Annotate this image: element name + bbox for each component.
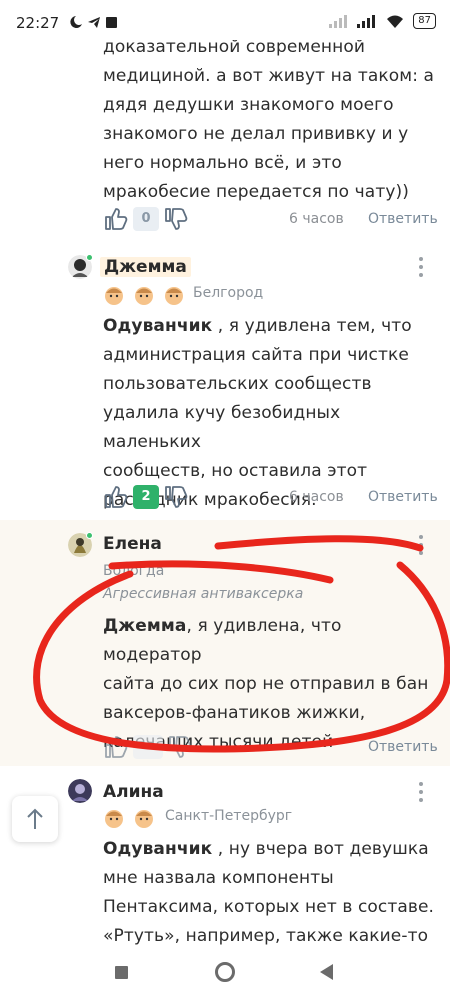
signal-2-icon xyxy=(357,15,376,28)
user-badges xyxy=(103,807,155,829)
arrow-up-icon xyxy=(27,808,43,829)
text-line: мне назвала компоненты xyxy=(103,868,334,888)
status-right: 87 xyxy=(329,12,436,30)
text-line: дядя дедушки знакомого моего xyxy=(103,95,394,115)
baby-badge-icon xyxy=(135,287,153,305)
text-line: Пентаксима, которых нет в составе. xyxy=(103,897,435,917)
baby-badge-icon xyxy=(105,287,123,305)
text-line: доказательной современной xyxy=(103,40,365,57)
thumb-down-icon[interactable] xyxy=(167,734,193,760)
signal-icon xyxy=(329,15,348,28)
text-line: мракобесие передается по чату)) xyxy=(103,182,409,202)
online-indicator xyxy=(86,532,93,539)
back-button[interactable] xyxy=(320,964,333,980)
avatar[interactable] xyxy=(68,779,92,803)
text-line: администрация сайта при чистке xyxy=(103,345,409,365)
home-button[interactable] xyxy=(215,962,235,982)
thumb-up-icon[interactable] xyxy=(103,734,129,760)
comment-actions: 2 xyxy=(103,483,189,511)
author-name[interactable]: Джемма xyxy=(100,257,191,277)
comment-time: 6 часов xyxy=(289,489,344,505)
likes-count xyxy=(133,735,163,759)
notification-icons xyxy=(68,14,128,34)
reply-link[interactable]: Ответить xyxy=(368,739,438,755)
author-city: Вологда xyxy=(103,563,165,579)
text-line: «Ртуть», например, также какие-то xyxy=(103,926,429,946)
thumb-up-icon[interactable] xyxy=(103,484,129,510)
thumb-down-icon[interactable] xyxy=(163,484,189,510)
android-nav-bar xyxy=(0,952,450,1000)
author-city: Белгород xyxy=(193,285,264,301)
mention[interactable]: Одуванчик xyxy=(103,316,212,336)
text-span: , я удивлена тем, что xyxy=(212,316,412,336)
online-indicator xyxy=(86,254,93,261)
text-line: Одуванчик , ну вчера вот девушка xyxy=(103,835,443,864)
reply-link[interactable]: Ответить xyxy=(368,489,438,505)
recent-apps-button[interactable] xyxy=(115,966,128,979)
reply-link[interactable]: Ответить xyxy=(368,211,438,227)
comments-feed: доказательной современной медициной. а в… xyxy=(0,40,450,960)
text-line: удалила кучу безобидных маленьких xyxy=(103,403,341,452)
text-line: знакомого не делал прививку и у xyxy=(103,124,409,144)
text-line: Джемма, я удивлена, что модератор xyxy=(103,612,443,670)
comment-actions xyxy=(103,733,193,761)
comment-actions: 0 xyxy=(103,205,189,233)
author-city: Санкт-Петербург xyxy=(165,808,293,824)
kebab-icon[interactable] xyxy=(416,535,426,555)
likes-count: 2 xyxy=(133,485,159,509)
comment-text: доказательной современной медициной. а в… xyxy=(103,40,443,207)
thumb-down-icon[interactable] xyxy=(163,206,189,232)
mention[interactable]: Джемма xyxy=(103,616,186,636)
status-bar: 22:27 87 xyxy=(0,0,450,40)
likes-count: 0 xyxy=(133,207,159,231)
mention[interactable]: Одуванчик xyxy=(103,839,212,859)
text-line: Одуванчик , я удивлена тем, что xyxy=(103,312,443,341)
status-time: 22:27 xyxy=(16,14,60,32)
scroll-to-top-button[interactable] xyxy=(12,796,58,842)
user-status: Агрессивная антиваксерка xyxy=(103,586,304,602)
text-line: пользовательских сообществ xyxy=(103,374,372,394)
text-line: сообществ, но оставила этот xyxy=(103,461,368,481)
battery-icon: 87 xyxy=(413,13,436,29)
comment-time: 6 часов xyxy=(289,211,344,227)
author-name-text: Джемма xyxy=(100,257,191,277)
text-line: сайта до сих пор не отправил в бан xyxy=(103,674,429,694)
thumb-up-icon[interactable] xyxy=(103,206,129,232)
comment-text: Одуванчик , ну вчера вот девушка мне наз… xyxy=(103,835,443,951)
baby-badge-icon xyxy=(135,810,153,828)
text-span: , ну вчера вот девушка xyxy=(212,839,429,859)
text-line: медициной. а вот живут на таком: а xyxy=(103,66,435,86)
kebab-icon[interactable] xyxy=(416,257,426,277)
wifi-icon xyxy=(387,15,404,28)
baby-badge-icon xyxy=(105,810,123,828)
author-name[interactable]: Елена xyxy=(103,534,162,554)
text-line: него нормально всё, и это xyxy=(103,153,342,173)
moon-telegram-icons xyxy=(70,16,117,28)
user-badges xyxy=(103,284,185,306)
kebab-icon[interactable] xyxy=(416,782,426,802)
baby-badge-icon xyxy=(165,287,183,305)
author-name[interactable]: Алина xyxy=(103,782,164,802)
text-line: ваксеров-фанатиков жижки, xyxy=(103,703,366,723)
